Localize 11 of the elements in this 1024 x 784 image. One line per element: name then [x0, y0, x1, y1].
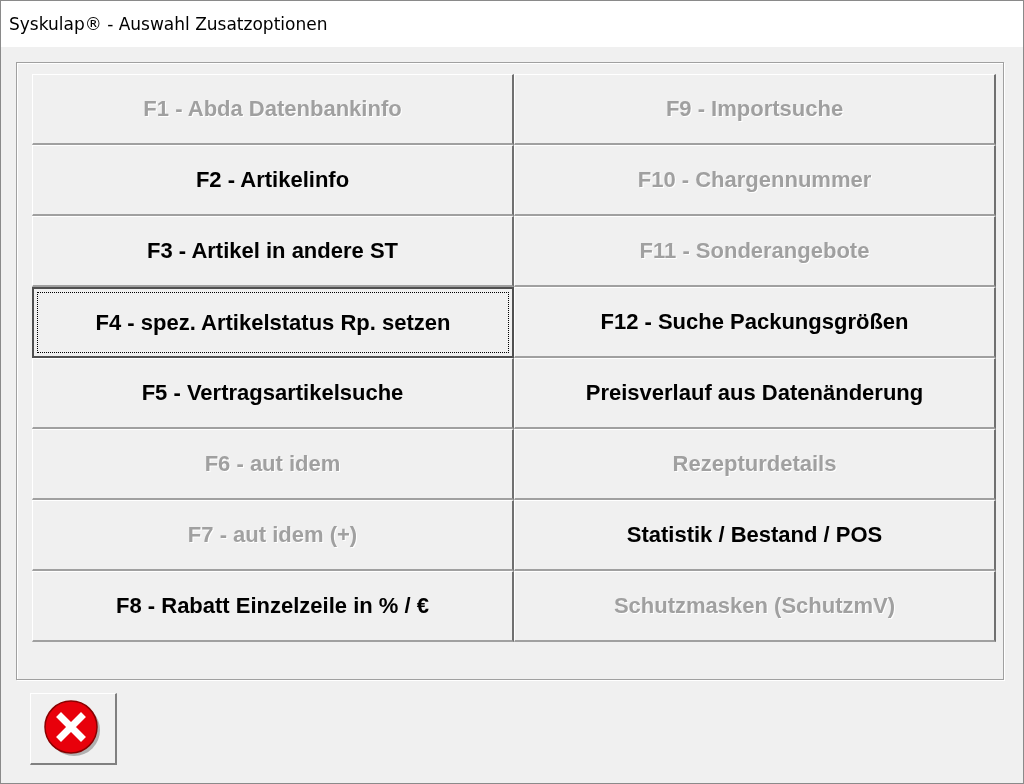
option-button[interactable]: F12 - Suche Packungsgrößen — [514, 287, 996, 358]
option-button[interactable]: Statistik / Bestand / POS — [514, 500, 996, 571]
option-button[interactable]: Preisverlauf aus Datenänderung — [514, 358, 996, 429]
option-button[interactable]: F8 - Rabatt Einzelzeile in % / € — [32, 571, 514, 642]
option-button[interactable]: F5 - Vertragsartikelsuche — [32, 358, 514, 429]
close-icon — [44, 699, 102, 758]
option-button[interactable]: F2 - Artikelinfo — [32, 145, 514, 216]
window-title: Syskulap® - Auswahl Zusatzoptionen — [9, 14, 328, 34]
option-button[interactable]: F3 - Artikel in andere ST — [32, 216, 514, 287]
option-button[interactable]: F4 - spez. Artikelstatus Rp. setzen — [32, 287, 514, 358]
close-button[interactable] — [30, 693, 117, 765]
